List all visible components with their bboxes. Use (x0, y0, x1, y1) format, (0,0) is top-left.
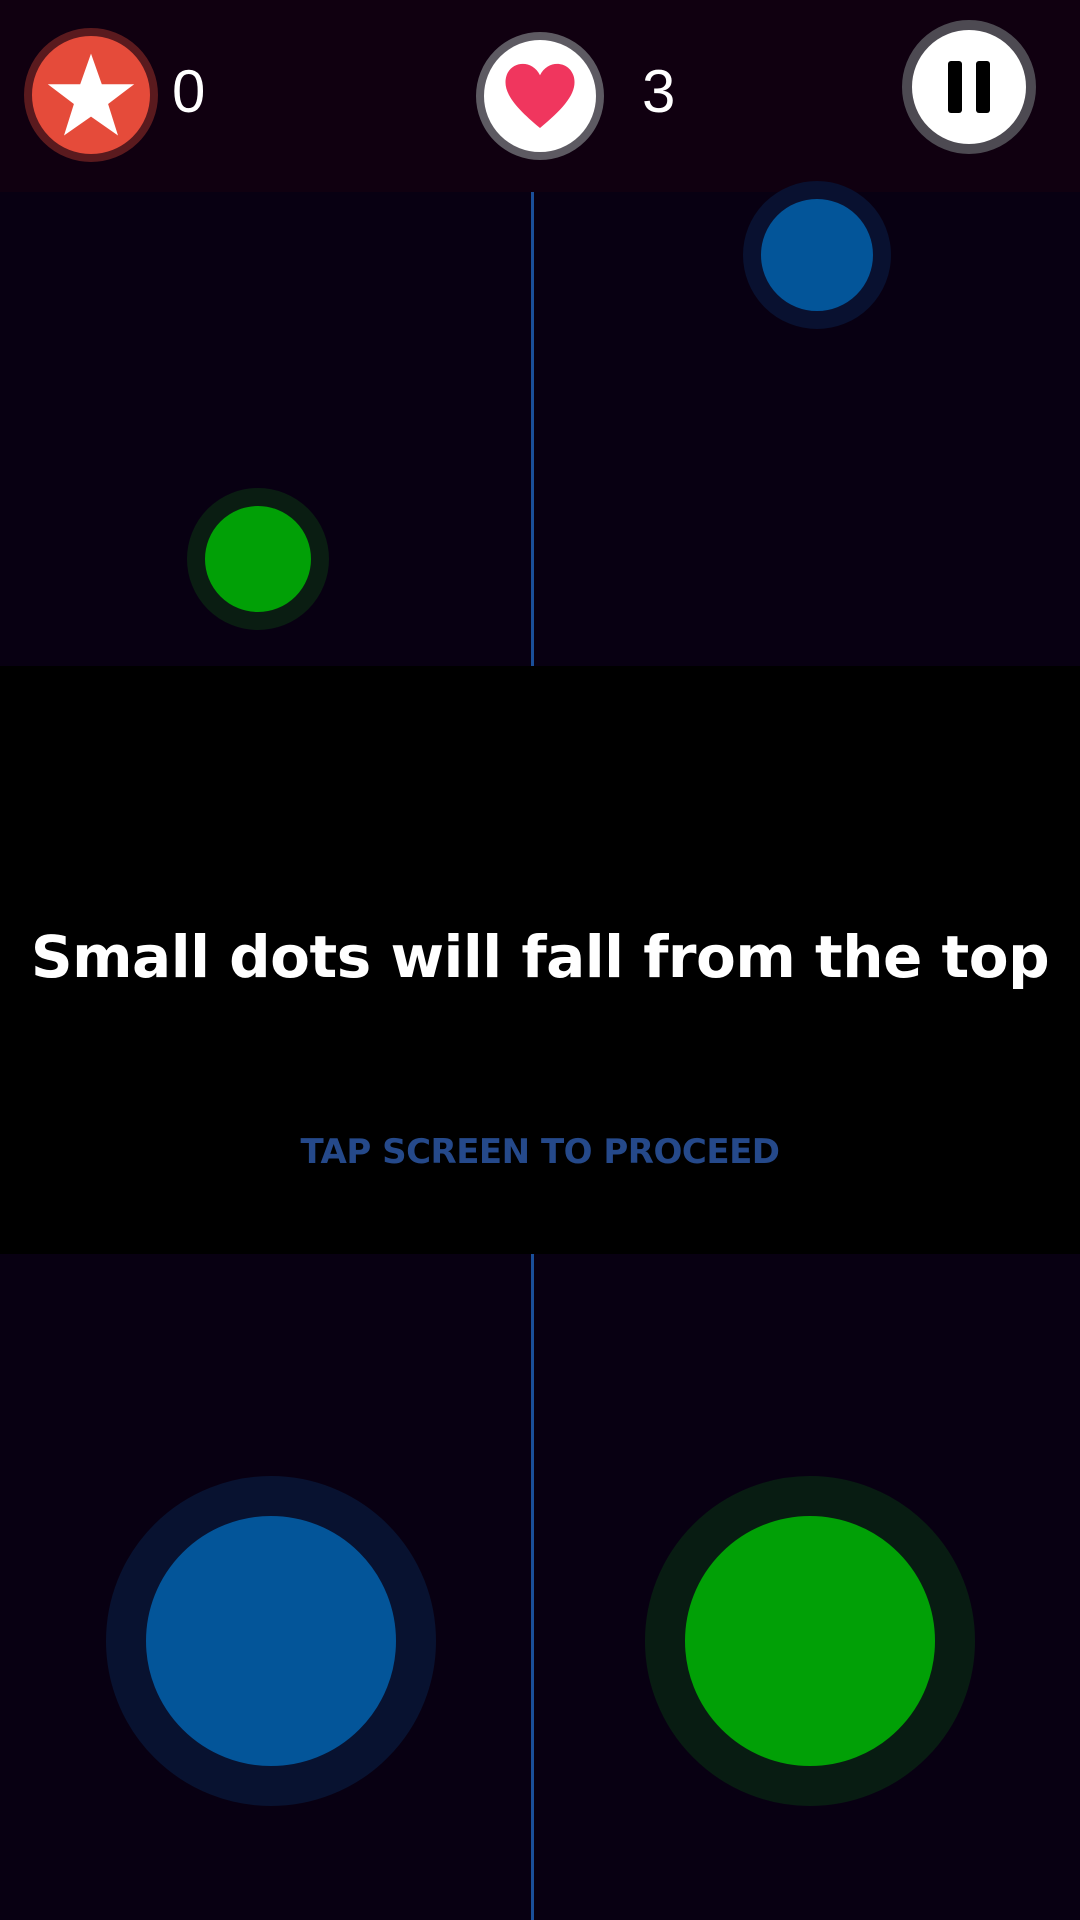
falling-dot-blue (743, 181, 891, 329)
star-icon (47, 53, 135, 136)
pause-icon (948, 61, 990, 113)
lives-badge (476, 32, 604, 160)
target-circle-green[interactable] (645, 1476, 975, 1806)
score-count: 0 (172, 58, 206, 125)
lives-count: 3 (642, 58, 676, 125)
pause-button[interactable] (902, 20, 1036, 154)
tutorial-message: Small dots will fall from the top (30, 923, 1050, 991)
hud-bar: 0 3 (0, 0, 1080, 192)
tap-to-proceed-prompt[interactable]: TAP SCREEN TO PROCEED (0, 1132, 1080, 1172)
falling-dot-green (187, 488, 329, 630)
target-circle-blue[interactable] (106, 1476, 436, 1806)
tutorial-overlay[interactable]: Small dots will fall from the top TAP SC… (0, 666, 1080, 1254)
game-screen[interactable]: 0 3 Small dots will fall from the top TA… (0, 0, 1080, 1920)
heart-icon (505, 63, 575, 128)
score-badge (24, 28, 158, 162)
